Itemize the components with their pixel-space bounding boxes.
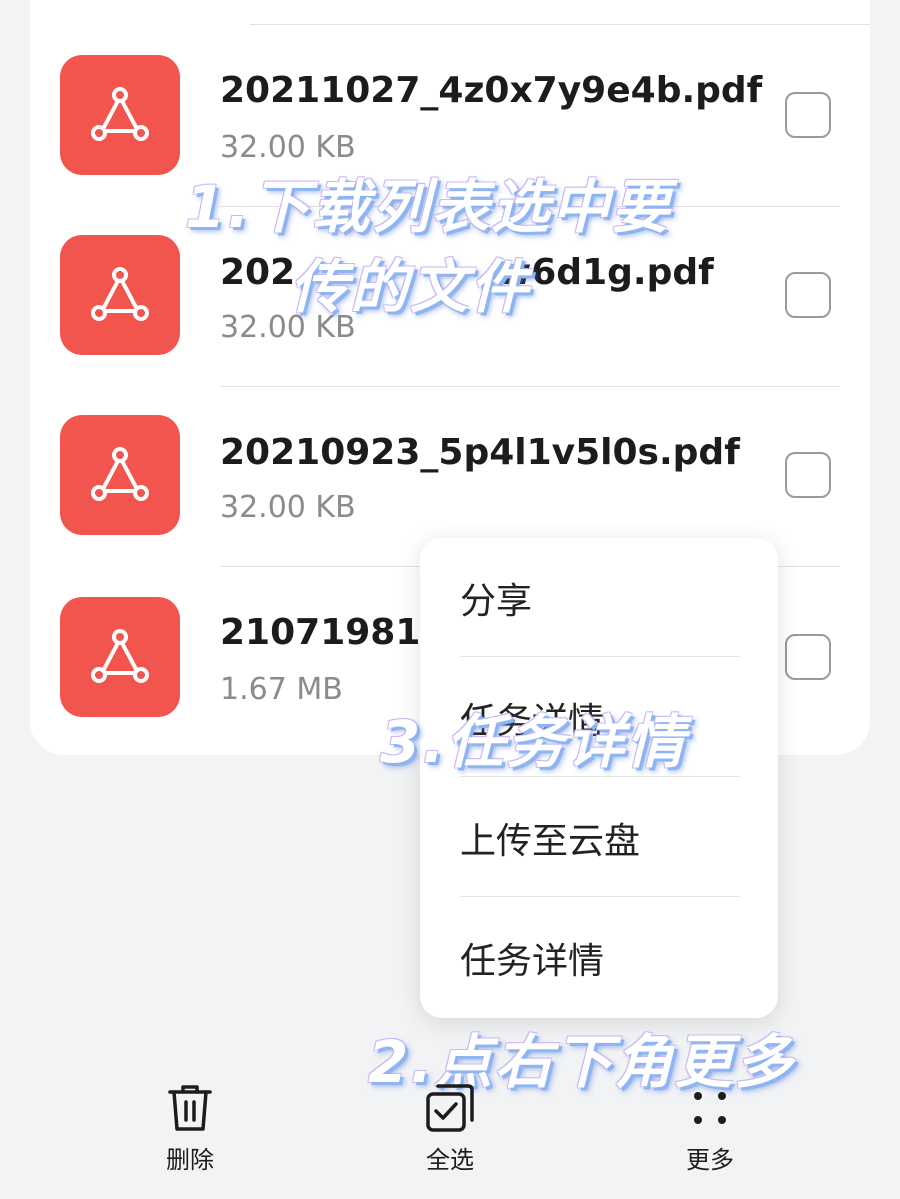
file-name: 202 [220, 252, 296, 293]
bottom-toolbar: 删除 全选 更多 [0, 1070, 900, 1199]
pdf-file-icon [60, 597, 180, 717]
divider [250, 24, 870, 25]
pdf-file-icon [60, 55, 180, 175]
select-checkbox[interactable] [785, 92, 831, 138]
more-label: 更多 [686, 1146, 734, 1174]
menu-item-share[interactable]: 分享 [460, 538, 740, 658]
select-checkbox[interactable] [785, 634, 831, 680]
delete-button[interactable]: 删除 [130, 1082, 250, 1192]
file-name: 20211027_4z0x7y9e4b.pdf [220, 70, 763, 111]
file-size: 32.00 KB [220, 490, 356, 525]
select-all-label: 全选 [426, 1146, 474, 1174]
select-checkbox[interactable] [785, 452, 831, 498]
annotation-step1: 1.下载列表选中要 [185, 173, 672, 241]
file-name: 210719816 [220, 612, 446, 653]
menu-item-task-details[interactable]: 任务详情 [460, 898, 740, 1018]
trash-icon [168, 1085, 212, 1131]
select-all-button[interactable]: 全选 [390, 1082, 510, 1192]
annotation-step3: 3.任务详情 [380, 708, 687, 776]
pdf-file-icon [60, 415, 180, 535]
delete-label: 删除 [166, 1146, 214, 1174]
divider [460, 656, 740, 657]
annotation-step1-cont: 传的文件 [290, 253, 531, 321]
divider [220, 386, 840, 387]
select-checkbox[interactable] [785, 272, 831, 318]
file-size: 1.67 MB [220, 672, 343, 707]
file-name-tail: w6d1g.pdf [498, 252, 714, 293]
more-button[interactable]: 更多 [650, 1082, 770, 1192]
divider [460, 896, 740, 897]
select-all-icon [426, 1084, 474, 1132]
pdf-file-icon [60, 235, 180, 355]
menu-item-upload-cloud[interactable]: 上传至云盘 [460, 778, 740, 898]
file-name: 20210923_5p4l1v5l0s.pdf [220, 432, 740, 473]
more-dots-icon [694, 1092, 726, 1124]
